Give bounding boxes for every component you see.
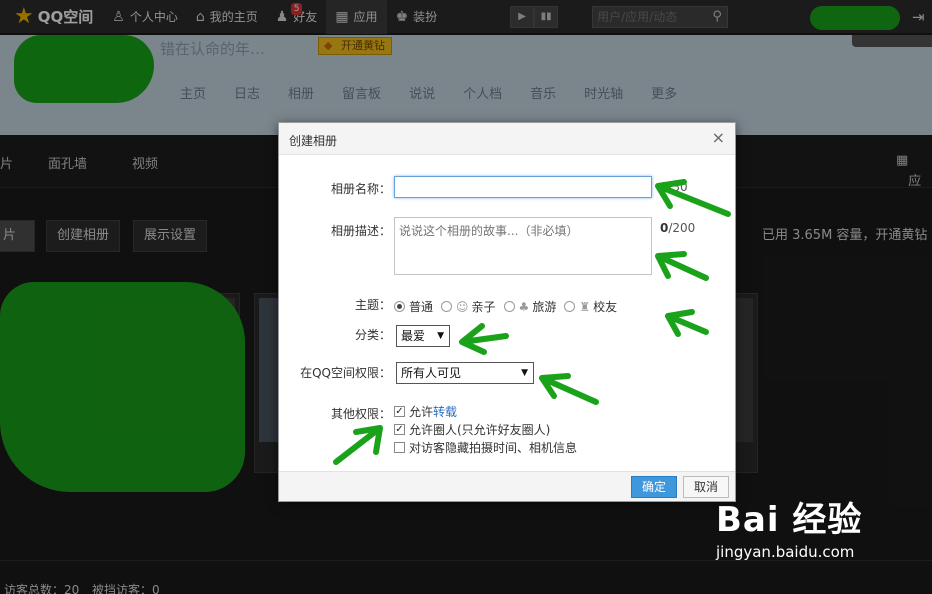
album-desc-input[interactable] [394, 217, 652, 275]
desc-counter-max: /200 [668, 221, 696, 235]
watermark-url: jingyan.baidu.com [716, 543, 855, 561]
radio-selected-icon[interactable] [394, 301, 405, 312]
theme-option-alumni[interactable]: ♜ 校友 [564, 298, 617, 315]
baby-icon: ☺ [456, 299, 469, 314]
name-counter: 0/30 [660, 180, 688, 194]
other-permissions-label: 其他权限： [330, 407, 391, 421]
theme-option-label: 校友 [593, 300, 618, 314]
option-label: 允许圈人(只允许好友圈人) [409, 423, 551, 437]
palm-tree-icon: ♣ [518, 299, 530, 314]
checkbox-icon[interactable] [394, 442, 405, 453]
name-counter-max: /30 [668, 180, 688, 194]
permission-select[interactable]: 所有人可见 ▼ [396, 362, 534, 384]
close-icon[interactable]: × [712, 128, 725, 147]
desc-counter: 0/200 [660, 221, 695, 235]
watermark-logo: Bai 经验 [716, 500, 863, 540]
permission-value: 所有人可见 [401, 366, 462, 380]
checkbox-checked-icon[interactable]: ✓ [394, 424, 405, 435]
radio-icon[interactable] [564, 301, 576, 312]
album-name-label: 相册名称： [330, 182, 391, 196]
confirm-button[interactable]: 确定 [631, 476, 677, 498]
radio-icon[interactable] [503, 301, 515, 312]
theme-option-travel[interactable]: ♣ 旅游 [503, 298, 557, 315]
theme-option-label: 旅游 [532, 300, 557, 314]
permission-label: 在QQ空间权限： [300, 366, 391, 380]
checkbox-checked-icon[interactable]: ✓ [394, 406, 405, 417]
option-hide-exif[interactable]: 对访客隐藏拍摄时间、相机信息 [394, 439, 577, 456]
theme-label: 主题： [354, 298, 391, 312]
option-label: 对访客隐藏拍摄时间、相机信息 [409, 441, 578, 455]
category-label: 分类： [354, 328, 391, 342]
baidu-jingyan-watermark: Bai 经验 jingyan.baidu.com [716, 492, 862, 561]
category-value: 最爱 [401, 329, 426, 343]
theme-option-normal[interactable]: 普通 [394, 298, 433, 315]
chevron-down-icon: ▼ [437, 331, 444, 341]
dialog-header: 创建相册 × [279, 123, 735, 155]
category-select[interactable]: 最爱 ▼ [396, 325, 450, 347]
theme-option-label: 普通 [409, 300, 434, 314]
repost-link[interactable]: 转载 [433, 403, 457, 420]
dialog-title: 创建相册 [289, 134, 338, 148]
dialog-footer: 确定 取消 [279, 471, 735, 501]
option-label: 允许 [409, 405, 434, 419]
graduation-cap-icon: ♜ [579, 299, 591, 314]
theme-options: 普通 ☺ 亲子 ♣ 旅游 ♜ 校友 [394, 298, 625, 315]
theme-option-label: 亲子 [471, 300, 496, 314]
album-desc-label: 相册描述： [330, 224, 391, 238]
theme-option-family[interactable]: ☺ 亲子 [441, 298, 496, 315]
album-name-input[interactable] [394, 176, 652, 198]
chevron-down-icon: ▼ [521, 368, 528, 378]
option-allow-repost[interactable]: ✓ 允许 转载 [394, 403, 457, 420]
option-allow-tag[interactable]: ✓ 允许圈人(只允许好友圈人) [394, 421, 550, 438]
create-album-dialog: 创建相册 × 相册名称： 0/30 相册描述： 0/200 主题： 普通 ☺ 亲… [278, 122, 736, 502]
radio-icon[interactable] [441, 301, 453, 312]
